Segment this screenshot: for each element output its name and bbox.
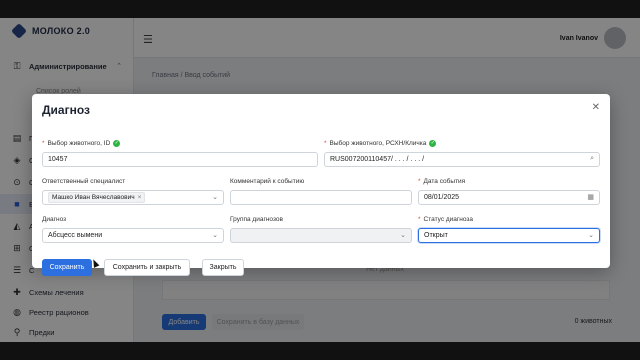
animal-rskh-label: * Выбор животного, РСХН/Кличка ✓ — [324, 140, 437, 147]
diagnosis-group-label: Группа диагнозов — [230, 216, 283, 223]
specialist-select[interactable]: Машко Иван Вячеславович × ⌄ — [42, 190, 224, 205]
chevron-down-icon[interactable]: ⌄ — [212, 193, 218, 201]
animal-id-label: * Выбор животного, ID ✓ — [42, 140, 121, 147]
video-letterbox-top — [0, 0, 640, 18]
animal-id-input[interactable]: 10457 — [42, 152, 318, 167]
comment-label: Комментарий к событию — [230, 178, 305, 185]
chevron-down-icon[interactable]: ⌄ — [212, 231, 218, 239]
diagnosis-label: Диагноз — [42, 216, 67, 223]
animal-rskh-input[interactable]: RUS007200110457/ . . . / . . . / ⌕ — [324, 152, 600, 167]
save-button[interactable]: Сохранить — [42, 259, 92, 276]
search-icon[interactable]: ⌕ — [590, 155, 594, 163]
event-date-input[interactable]: 08/01/2025 ▦ — [418, 190, 600, 205]
calendar-icon[interactable]: ▦ — [587, 193, 594, 201]
save-and-close-button[interactable]: Сохранить и закрыть — [104, 259, 190, 276]
diagnosis-modal: Диагноз ✕ * Выбор животного, ID ✓ 10457 … — [32, 94, 610, 276]
chevron-down-icon: ⌄ — [400, 232, 406, 239]
specialist-tag: Машко Иван Вячеславович × — [48, 192, 146, 203]
diagnosis-status-select[interactable]: Открыт ⌄ — [418, 228, 600, 243]
diagnosis-status-label: * Статус диагноза — [418, 216, 474, 223]
video-letterbox-bottom — [0, 342, 640, 360]
diagnosis-select[interactable]: Абсцесс вымени ⌄ — [42, 228, 224, 243]
diagnosis-group-select: ⌄ — [230, 228, 412, 243]
specialist-label: Ответственный специалист — [42, 178, 126, 185]
close-icon[interactable]: ✕ — [592, 102, 600, 113]
check-icon: ✓ — [113, 140, 121, 147]
chevron-down-icon[interactable]: ⌄ — [588, 231, 594, 239]
comment-input[interactable] — [230, 190, 412, 205]
remove-tag-icon[interactable]: × — [138, 194, 142, 201]
event-date-label: * Дата события — [418, 178, 466, 185]
modal-title: Диагноз — [42, 103, 90, 117]
app-screen: МОЛОКО 2.0 ⚿ Администрирование ⌃ Список … — [0, 18, 640, 342]
check-icon: ✓ — [429, 140, 437, 147]
close-button[interactable]: Закрыть — [202, 259, 244, 276]
